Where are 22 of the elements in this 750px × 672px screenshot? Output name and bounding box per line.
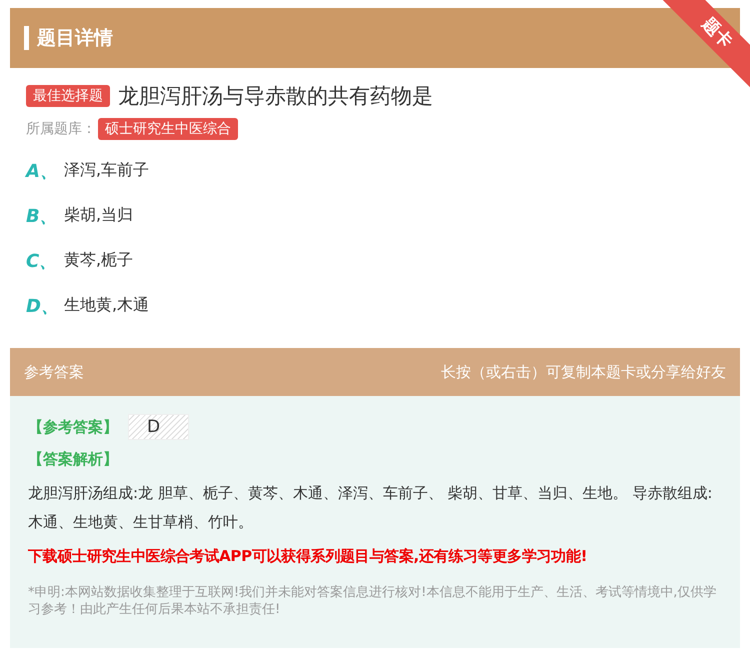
library-label: 所属题库：: [26, 120, 96, 138]
promo-text: 下载硕士研究生中医综合考试APP可以获得系列题目与答案,还有练习等更多学习功能!: [28, 547, 588, 566]
option-text: 黄芩,栀子: [64, 250, 134, 271]
library-tag: 硕士研究生中医综合: [98, 118, 238, 140]
answer-label: 【参考答案】: [28, 418, 118, 436]
question-text: 龙胆泻肝汤与导赤散的共有药物是: [118, 83, 433, 110]
option-text: 泽泻,车前子: [64, 160, 150, 181]
option-letter: A、: [26, 160, 54, 182]
share-hint: 长按（或右击）可复制本题卡或分享给好友: [441, 362, 726, 382]
analysis-text: 龙胆泻肝汤组成:龙 胆草、栀子、黄芩、木通、泽泻、车前子、 柴胡、甘草、当归、生地。 导赤散组成:木通、生地黄、生甘草梢、竹叶。: [28, 483, 714, 533]
analysis-label: 【答案解析】: [28, 450, 119, 469]
title-bar-mark: [24, 26, 29, 50]
question-type-tag: 最佳选择题: [26, 85, 110, 107]
option-letter: D、: [26, 294, 54, 318]
disclaimer-text: *申明:本网站数据收集整理于互联网!我们并未能对答案信息进行核对!本信息不能用于生产、生活、考试等情境中,仅供学习参考！由此产生任何后果本站不承担责任!: [28, 584, 718, 618]
answer-value: D: [128, 414, 190, 440]
page-title: 题目详情: [37, 26, 113, 51]
answer-title: 参考答案: [24, 362, 84, 382]
option-text: 生地黄,木通: [64, 295, 150, 316]
option-letter: C、: [26, 250, 54, 272]
option-text: 柴胡,当归: [64, 205, 134, 226]
option-letter: B、: [26, 204, 54, 228]
